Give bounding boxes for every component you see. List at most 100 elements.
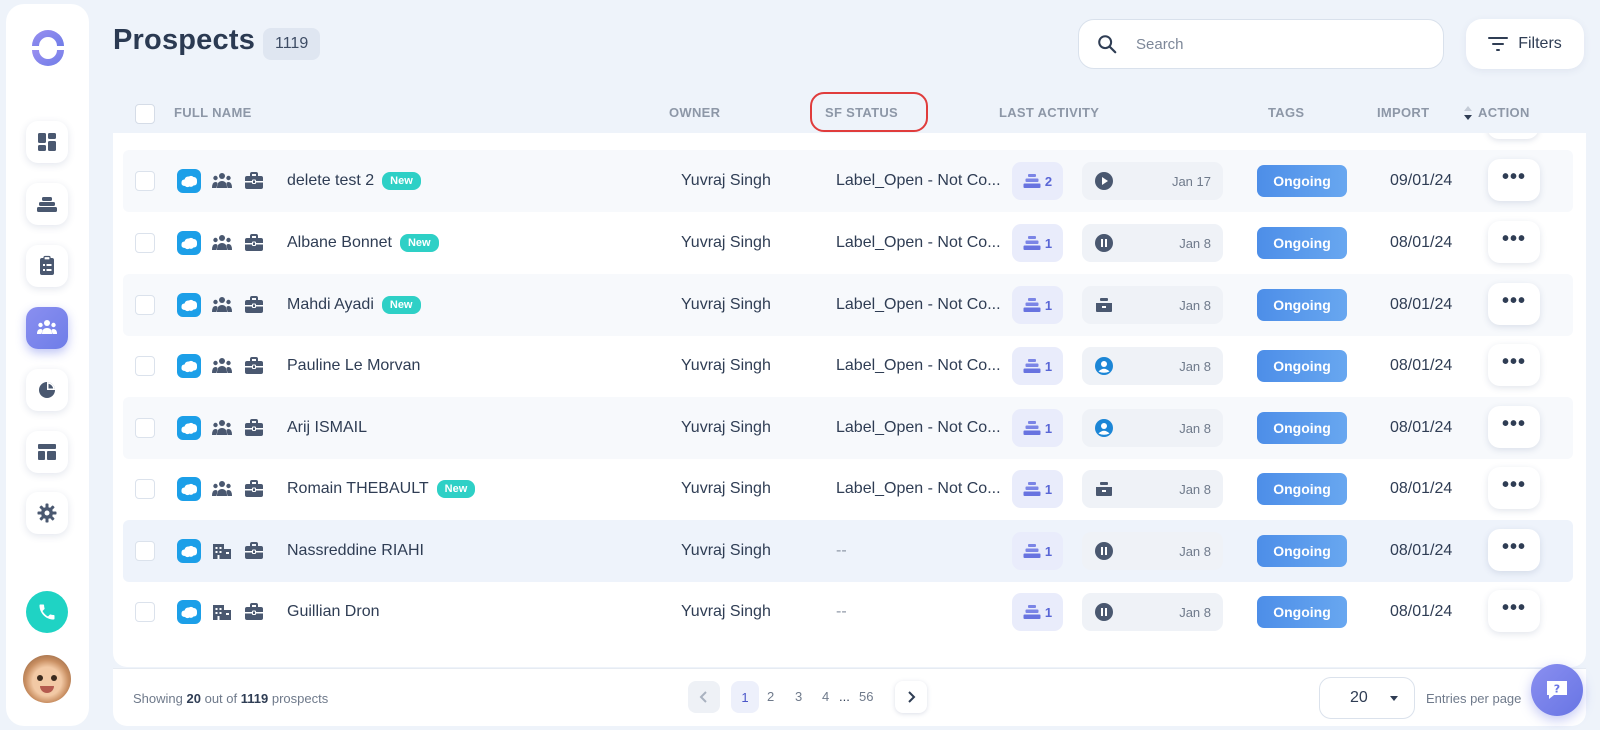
sidebar-item-tasks[interactable] [26, 245, 68, 287]
page-last[interactable]: 56 [859, 689, 873, 704]
page-4[interactable]: 4 [822, 689, 829, 704]
sidebar-item-reports[interactable] [26, 369, 68, 411]
table-row[interactable]: delete test 2 New Yuvraj Singh Label_Open -… [123, 150, 1573, 212]
row-action-button[interactable]: ••• [1488, 467, 1540, 509]
last-activity[interactable]: Jan 17 [1082, 162, 1223, 200]
table-row[interactable]: Pauline Le Morvan Yuvraj Singh Label_Open … [123, 335, 1573, 397]
row-action-button[interactable]: ••• [1488, 590, 1540, 632]
page-3[interactable]: 3 [795, 689, 802, 704]
col-import[interactable]: IMPORT [1377, 105, 1429, 120]
owner-name: Yuvraj Singh [681, 172, 771, 189]
last-activity[interactable]: Jan 8 [1082, 347, 1223, 385]
phone-button[interactable] [26, 591, 68, 633]
row-checkbox[interactable] [135, 479, 155, 499]
page-2[interactable]: 2 [767, 689, 774, 704]
table-row[interactable]: Nassreddine RIAHI Yuvraj Singh -- 1 Jan 8 Ong… [123, 520, 1573, 582]
select-all-checkbox[interactable] [135, 104, 155, 124]
showing-summary: Showing 20 out of 1119 prospects [133, 691, 329, 706]
filters-button[interactable]: Filters [1466, 19, 1584, 69]
status-tag[interactable]: Ongoing [1257, 535, 1347, 567]
last-activity[interactable]: Jan 8 [1082, 470, 1223, 508]
last-activity[interactable]: Jan 8 [1082, 593, 1223, 631]
status-tag[interactable]: Ongoing [1257, 289, 1347, 321]
table-row[interactable]: Albane Bonnet New Yuvraj Singh Label_Open -… [123, 212, 1573, 274]
salesforce-icon[interactable] [177, 354, 201, 378]
salesforce-icon[interactable] [177, 293, 201, 317]
sort-icon[interactable] [1463, 104, 1473, 122]
row-action-button[interactable]: ••• [1488, 159, 1540, 201]
row-action-button[interactable]: ••• [1488, 283, 1540, 325]
last-activity[interactable]: Jan 8 [1082, 286, 1223, 324]
pause-icon [1094, 541, 1114, 561]
prospect-name[interactable]: Pauline Le Morvan [287, 357, 420, 375]
sequence-count[interactable]: 1 [1012, 286, 1063, 324]
status-tag[interactable]: Ongoing [1257, 227, 1347, 259]
next-page-button[interactable] [895, 681, 927, 713]
prospect-name[interactable]: delete test 2 New [287, 172, 421, 190]
last-activity[interactable]: Jan 8 [1082, 409, 1223, 447]
row-action-button[interactable]: ••• [1488, 529, 1540, 571]
prospect-name[interactable]: Arij ISMAIL [287, 419, 367, 437]
status-tag[interactable]: Ongoing [1257, 165, 1347, 197]
row-action-button[interactable]: ••• [1488, 221, 1540, 263]
sequence-count[interactable]: 1 [1012, 593, 1063, 631]
last-activity[interactable]: Jan 8 [1082, 224, 1223, 262]
prospect-name[interactable]: Nassreddine RIAHI [287, 542, 424, 560]
sidebar-item-settings[interactable] [26, 492, 68, 534]
row-action-button[interactable]: ••• [1488, 344, 1540, 386]
status-tag[interactable]: Ongoing [1257, 412, 1347, 444]
salesforce-icon[interactable] [177, 600, 201, 624]
col-owner[interactable]: OWNER [669, 105, 720, 120]
col-last-activity[interactable]: LAST ACTIVITY [999, 105, 1099, 120]
prospect-name[interactable]: Romain THEBAULT New [287, 480, 476, 498]
help-chat-button[interactable]: ? [1531, 664, 1583, 716]
row-checkbox[interactable] [135, 418, 155, 438]
col-full-name[interactable]: FULL NAME [174, 105, 252, 120]
sequence-count[interactable]: 1 [1012, 409, 1063, 447]
row-action-button[interactable]: ••• [1488, 406, 1540, 448]
row-checkbox[interactable] [135, 356, 155, 376]
prospect-name[interactable]: Guillian Dron [287, 603, 379, 621]
sf-status: Label_Open - Not Co... [836, 172, 1001, 189]
row-checkbox[interactable] [135, 233, 155, 253]
salesforce-icon[interactable] [177, 231, 201, 255]
sequence-count[interactable]: 1 [1012, 470, 1063, 508]
row-checkbox[interactable] [135, 541, 155, 561]
sidebar-item-sequences[interactable] [26, 183, 68, 225]
status-tag[interactable]: Ongoing [1257, 473, 1347, 505]
prospect-name[interactable]: Albane Bonnet New [287, 234, 439, 252]
table-row[interactable]: Guillian Dron Yuvraj Singh -- 1 Jan 8 Ongoing… [123, 581, 1573, 643]
sequence-count[interactable]: 1 [1012, 224, 1063, 262]
sequence-count[interactable]: 1 [1012, 532, 1063, 570]
salesforce-icon[interactable] [177, 416, 201, 440]
entries-per-page-select[interactable]: 20 [1319, 677, 1415, 719]
row-checkbox[interactable] [135, 295, 155, 315]
sequence-count[interactable]: 1 [1012, 347, 1063, 385]
last-activity[interactable]: Jan 8 [1082, 532, 1223, 570]
page-1[interactable]: 1 [731, 681, 759, 713]
search-box[interactable] [1078, 19, 1444, 69]
chevron-right-icon [908, 691, 916, 703]
prospect-name[interactable]: Mahdi Ayadi New [287, 296, 421, 314]
avatar[interactable] [23, 655, 71, 703]
sidebar-item-prospects[interactable] [26, 307, 68, 349]
salesforce-icon[interactable] [177, 539, 201, 563]
row-checkbox[interactable] [135, 171, 155, 191]
salesforce-icon[interactable] [177, 477, 201, 501]
table-row[interactable]: Mahdi Ayadi New Yuvraj Singh Label_Open - N… [123, 274, 1573, 336]
salesforce-icon[interactable] [177, 169, 201, 193]
col-sf-status[interactable]: SF STATUS [825, 105, 898, 120]
building-icon [211, 602, 233, 622]
search-input[interactable] [1136, 35, 1416, 53]
status-tag[interactable]: Ongoing [1257, 350, 1347, 382]
sequence-count[interactable]: 2 [1012, 162, 1063, 200]
col-tags[interactable]: TAGS [1268, 105, 1304, 120]
sidebar-item-dashboard[interactable] [26, 121, 68, 163]
prev-page-button[interactable] [688, 681, 720, 713]
sidebar-item-templates[interactable] [26, 431, 68, 473]
status-tag[interactable]: Ongoing [1257, 596, 1347, 628]
row-checkbox[interactable] [135, 602, 155, 622]
app-logo[interactable] [28, 28, 68, 68]
table-row[interactable]: Arij ISMAIL Yuvraj Singh Label_Open - Not … [123, 397, 1573, 459]
table-row[interactable]: Romain THEBAULT New Yuvraj Singh Label_Open… [123, 458, 1573, 520]
